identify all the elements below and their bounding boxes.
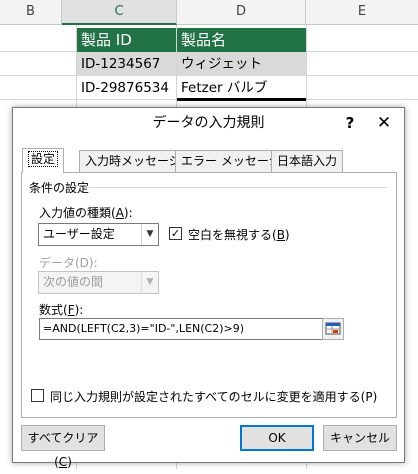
data-dropdown-value: 次の値の間 bbox=[43, 275, 104, 289]
allow-dropdown[interactable]: ユーザー設定 ▼ bbox=[38, 223, 159, 246]
clear-all-button[interactable]: すべてクリア(C) bbox=[21, 425, 105, 469]
help-button[interactable]: ? bbox=[340, 110, 360, 136]
tab-settings-label: 設定 bbox=[28, 151, 59, 167]
cell-d3[interactable]: Fetzer バルブ bbox=[177, 76, 306, 100]
cell-c1[interactable]: 製品 ID bbox=[77, 28, 176, 52]
tab-settings[interactable]: 設定 bbox=[22, 148, 65, 173]
ignore-blank-checkbox[interactable]: ✓ bbox=[169, 227, 182, 240]
apply-all-label: 同じ入力規則が設定されたすべてのセルに変更を適用する(P) bbox=[50, 390, 378, 404]
group-divider bbox=[85, 187, 387, 188]
chevron-down-icon: ▼ bbox=[141, 272, 158, 293]
cell-selection-border bbox=[177, 98, 306, 101]
data-dropdown: 次の値の間 ▼ bbox=[38, 271, 159, 294]
formula-label: 数式(F): bbox=[39, 303, 84, 317]
apply-all-checkbox[interactable] bbox=[31, 389, 44, 402]
tab-input-message[interactable]: 入力時メッセージ bbox=[79, 150, 187, 172]
column-header-b[interactable]: B bbox=[0, 0, 62, 25]
data-validation-dialog: データの入力規則 ? ✕ 設定 入力時メッセージ エラー メッセージ 日本語入力… bbox=[12, 107, 405, 469]
cancel-button[interactable]: キャンセル bbox=[323, 425, 397, 451]
cell-c3[interactable]: ID-29876534 bbox=[77, 76, 176, 100]
formula-input[interactable]: =AND(LEFT(C2,3)="ID-",LEN(C2)>9) bbox=[39, 318, 329, 340]
column-header-d[interactable]: D bbox=[177, 0, 306, 25]
tab-ime-mode[interactable]: 日本語入力 bbox=[271, 150, 344, 172]
cell-c2[interactable]: ID-1234567 bbox=[77, 52, 176, 76]
checkmark-icon: ✓ bbox=[170, 227, 181, 240]
cell-d1[interactable]: 製品名 bbox=[177, 28, 306, 52]
allow-label: 入力値の種類(A): bbox=[39, 206, 133, 220]
criteria-group-label: 条件の設定 bbox=[29, 181, 90, 195]
tab-error-alert[interactable]: エラー メッセージ bbox=[175, 150, 287, 172]
chevron-down-icon[interactable]: ▼ bbox=[141, 224, 158, 245]
collapse-dialog-icon bbox=[325, 322, 341, 335]
allow-dropdown-value: ユーザー設定 bbox=[43, 227, 115, 241]
column-header-c[interactable]: C bbox=[62, 0, 177, 25]
range-select-button[interactable] bbox=[322, 318, 344, 340]
data-label: データ(D): bbox=[39, 256, 98, 270]
ignore-blank-label: 空白を無視する(B) bbox=[188, 228, 290, 242]
close-icon[interactable]: ✕ bbox=[370, 110, 398, 136]
ok-button[interactable]: OK bbox=[240, 425, 314, 451]
column-header-e[interactable]: E bbox=[306, 0, 418, 25]
cell-d2[interactable]: ウィジェット bbox=[177, 52, 306, 76]
